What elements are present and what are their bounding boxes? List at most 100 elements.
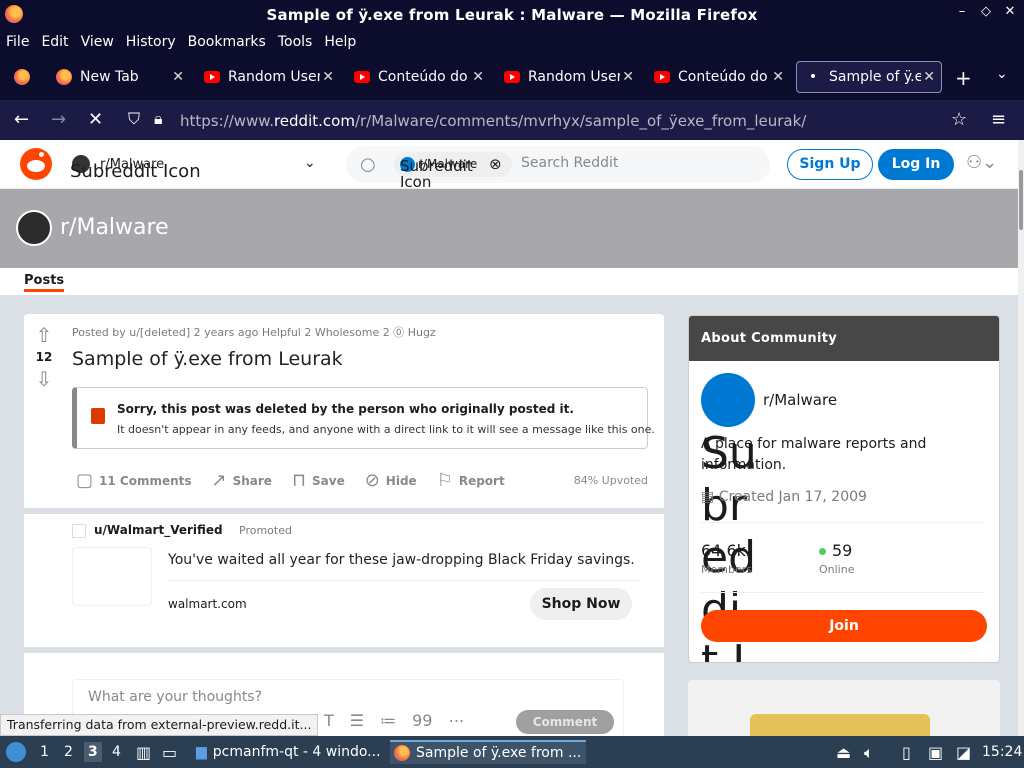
vote-column: ⇧ 12 ⇩ [34,324,54,390]
bullet-list-icon[interactable]: ☰ [350,711,364,730]
tab-posts[interactable]: Posts [24,273,65,292]
tab-close-icon[interactable]: ✕ [622,69,634,85]
upload-tray-icon[interactable]: ⏏ [836,743,851,762]
save-button[interactable]: ⊓ Save [292,470,345,491]
stop-loading-icon[interactable]: ✕ [88,109,103,130]
award-hugz: Hugz [407,326,436,339]
search-bar[interactable]: ○ r/Malware Subreddit Icon ⊗ Search Redd… [346,146,770,190]
list-tabs-chevron-icon[interactable]: ⌄ [996,66,1008,82]
tab-sample-active[interactable]: • Sample of ÿ.exe ✕ [796,61,942,93]
tab-close-icon[interactable]: ✕ [923,69,935,85]
tab-bar: New Tab ✕ Random User ✕ Conteúdo do ✕ Ra… [0,54,1024,100]
share-button[interactable]: ↗ Share [212,470,272,491]
tab-random-user-1[interactable]: Random User ✕ [196,61,340,93]
upvote-arrow-icon[interactable]: ⇧ [34,324,54,346]
system-taskbar: 1 2 3 4 ▥ ▭ ▆ pcmanfm-qt - 4 windo... Sa… [0,736,1024,768]
divider [701,522,985,523]
forward-arrow-icon[interactable]: → [51,109,66,130]
promo-text[interactable]: You've waited all year for these jaw-dro… [168,552,635,568]
search-input[interactable]: Search Reddit [521,155,618,171]
about-community-name[interactable]: r/Malware [763,391,837,409]
taskbar-window-pcmanfm[interactable]: ▆ pcmanfm-qt - 4 windo... [192,740,386,764]
promo-domain[interactable]: walmart.com [168,597,247,611]
menu-edit[interactable]: Edit [41,34,68,50]
menu-history[interactable]: History [126,34,176,50]
hide-button[interactable]: ⊘ Hide [365,470,417,491]
menu-view[interactable]: View [81,34,114,50]
shield-icon[interactable]: ⛉ [128,109,140,129]
app-menu-icon[interactable] [6,742,26,762]
advertiser-user[interactable]: u/Walmart_Verified [94,523,223,537]
page-scrollbar[interactable] [1018,140,1024,736]
workspace-4[interactable]: 4 [112,744,121,760]
community-avatar [701,373,755,427]
tab-close-icon[interactable]: ✕ [472,69,484,85]
workspace-3[interactable]: 3 [84,742,102,762]
close-window-button[interactable]: ✕ [1002,4,1018,19]
community-avatar [16,210,52,246]
url-text[interactable]: https://www.reddit.com/r/Malware/comment… [180,112,806,130]
text-format-icon[interactable]: T [324,711,334,730]
user-menu-icon[interactable]: ⚇⌄ [966,152,997,173]
lock-icon[interactable]: 🔒︎ [154,109,163,129]
comment-submit-button[interactable]: Comment [516,710,614,734]
share-icon: ↗ [211,470,227,491]
url-bar[interactable]: ⛉ 🔒︎ https://www.reddit.com/r/Malware/co… [118,104,974,136]
tab-conteudo-2[interactable]: Conteúdo do ✕ [646,61,790,93]
clipboard-icon[interactable]: ▯ [902,743,911,762]
online-count: 59 [819,541,852,560]
youtube-icon [204,69,220,85]
firefox-icon [394,745,410,761]
tab-new-tab[interactable]: New Tab ✕ [48,61,190,93]
menu-tools[interactable]: Tools [278,34,313,50]
comments-button[interactable]: ▢ 11 Comments [76,470,192,491]
hamburger-menu-icon[interactable]: ≡ [991,109,1006,130]
join-button[interactable]: Join [701,610,987,642]
menu-file[interactable]: File [6,34,29,50]
community-banner: r/Malware [0,189,1018,268]
back-arrow-icon[interactable]: ← [14,109,29,130]
promo-thumbnail[interactable] [72,547,152,606]
sign-up-button[interactable]: Sign Up [787,149,873,180]
community-dropdown[interactable]: r/Malware Subreddit Icon ⌄ [70,150,320,182]
scrollbar-thumb[interactable] [1019,170,1023,230]
tab-random-user-2[interactable]: Random User ✕ [496,61,640,93]
tab-close-icon[interactable]: ✕ [172,69,184,85]
more-options-icon[interactable]: ⋯ [448,711,464,730]
screen-icon[interactable]: ▣ [928,743,943,762]
window-label: Sample of ÿ.exe from ... [416,745,582,761]
file-manager-launcher-icon[interactable]: ▥ [136,743,151,762]
flag-icon: ⚐ [436,470,453,491]
workspace-2[interactable]: 2 [64,744,73,760]
folder-icon: ▆ [196,744,207,760]
minimize-button[interactable]: – [954,4,970,19]
shop-now-button[interactable]: Shop Now [530,588,632,620]
taskbar-window-firefox[interactable]: Sample of ÿ.exe from ... [390,740,586,764]
reddit-logo-icon[interactable] [20,148,52,180]
menu-bookmarks[interactable]: Bookmarks [188,34,266,50]
network-icon[interactable]: ◪ [956,743,971,762]
volume-icon[interactable]: 🔈︎ [864,743,874,763]
firefox-view-button[interactable] [6,61,40,93]
community-description: A place for malware reports and informat… [701,436,927,473]
youtube-icon [354,69,370,85]
youtube-icon [654,69,670,85]
bookmark-star-icon[interactable]: ☆ [951,109,967,130]
menu-help[interactable]: Help [324,34,356,50]
clear-chip-icon[interactable]: ⊗ [489,155,502,173]
tab-close-icon[interactable]: ✕ [772,69,784,85]
tab-label: Conteúdo do [678,69,768,85]
desktop-icon[interactable]: ▭ [162,743,177,762]
new-tab-plus-icon[interactable]: + [955,66,972,90]
workspace-1[interactable]: 1 [40,744,49,760]
post-actions: ▢ 11 Comments ↗ Share ⊓ Save ⊘ Hide ⚐ Report [76,470,525,491]
report-button[interactable]: ⚐ Report [437,470,505,491]
quote-icon[interactable]: 99 [412,711,432,730]
tab-close-icon[interactable]: ✕ [322,69,334,85]
tab-conteudo-1[interactable]: Conteúdo do ✕ [346,61,490,93]
downvote-arrow-icon[interactable]: ⇩ [34,368,54,390]
numbered-list-icon[interactable]: ≔ [380,711,396,730]
log-in-button[interactable]: Log In [878,149,954,180]
search-community-chip[interactable]: r/Malware Subreddit Icon ⊗ [394,152,512,190]
maximize-button[interactable]: ◇ [978,4,994,19]
